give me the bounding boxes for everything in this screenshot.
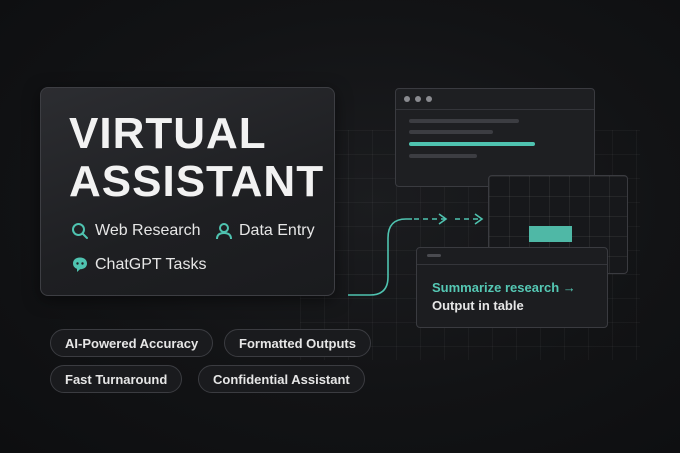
- service-data-entry: Data Entry: [215, 222, 315, 240]
- chatbot-icon: [73, 257, 87, 272]
- service-label: Web Research: [95, 222, 201, 239]
- prompt-window: Summarize research → Output in table: [416, 247, 608, 328]
- service-web-research: Web Research: [71, 222, 201, 240]
- pill-fast-turnaround: Fast Turnaround: [50, 365, 183, 393]
- highlighted-line: [409, 142, 535, 146]
- pill-ai-powered-accuracy: AI-Powered Accuracy: [50, 329, 214, 357]
- pill-confidential-assistant: Confidential Assistant: [198, 365, 365, 393]
- titlebar-indicator: [427, 254, 441, 257]
- user-icon: [216, 223, 232, 240]
- title-line-2: ASSISTANT: [69, 157, 325, 206]
- pill-formatted-outputs: Formatted Outputs: [224, 329, 371, 357]
- placeholder-line: [409, 119, 519, 123]
- placeholder-line: [409, 154, 477, 158]
- window-dot-icon: [415, 96, 421, 102]
- window-dot-icon: [404, 96, 410, 102]
- window-dot-icon: [426, 96, 432, 102]
- service-label: ChatGPT Tasks: [95, 256, 207, 273]
- window-titlebar: [417, 248, 607, 265]
- placeholder-line: [409, 130, 493, 134]
- service-chatgpt-tasks: ChatGPT Tasks: [71, 256, 206, 274]
- prompt-output-instruction: Output in table: [432, 298, 524, 313]
- hero-card: VIRTUAL ASSISTANT Web Research Data Entr…: [40, 87, 335, 296]
- browser-window: [395, 88, 595, 187]
- title-line-1: VIRTUAL: [69, 109, 267, 158]
- service-label: Data Entry: [239, 222, 315, 239]
- highlighted-cell: [529, 226, 572, 242]
- prompt-command: Summarize research →: [432, 280, 576, 295]
- window-titlebar: [396, 89, 594, 110]
- page-title: VIRTUAL ASSISTANT: [69, 110, 324, 206]
- search-icon: [72, 223, 88, 239]
